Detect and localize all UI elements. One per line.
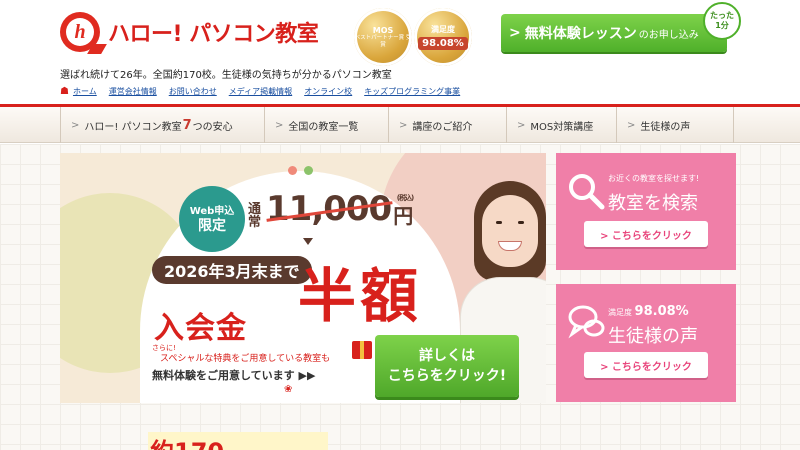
voice-panel-title: 生徒様の声 <box>608 326 698 347</box>
logo-mark-icon: h <box>60 12 100 52</box>
utility-nav: ☗ ホーム 運営会社情報 お問い合わせ メディア掲載情報 オンライン校 キッズプ… <box>60 86 472 97</box>
tagline: 選ばれ続けて26年。全国約170校。生徒様の気持ちが分かるパソコン教室 <box>60 70 392 81</box>
bottom-heading: 約170 <box>150 432 224 450</box>
chevron-right-icon: > <box>399 119 408 131</box>
home-icon[interactable]: ☗ <box>60 86 69 97</box>
nav-seven-prefix: ハロー! パソコン教室 <box>84 121 182 133</box>
details-line2: こちらをクリック! <box>387 368 507 384</box>
chevron-right-icon: > <box>627 119 636 131</box>
nav-label: MOS対策講座 <box>530 121 594 133</box>
details-line1: 詳しくは <box>419 348 475 364</box>
main-nav: > ハロー! パソコン教室 7 つの安心 > 全国の教室一覧 > 講座のご紹介 … <box>0 107 800 143</box>
half-price-text: 半額 <box>298 262 423 330</box>
badge-mos-title: MOS <box>372 25 394 35</box>
mos-award-badge: MOS ベストパートナー賞 受賞 <box>354 8 412 66</box>
subnav-media[interactable]: メディア掲載情報 <box>229 86 292 97</box>
web-only-badge: Web申込 限定 <box>179 186 245 252</box>
trial-text: 無料体験をご用意しています ▶▶ <box>152 369 316 382</box>
chevron-right-icon: > <box>71 119 80 131</box>
regular-label: 通常 <box>248 202 262 230</box>
satisfaction-badge: 満足度 98.08% <box>414 8 472 66</box>
campaign-banner[interactable]: Web申込 限定 通常 11,000 (税込) 円 2026年3月末まで 半額 … <box>60 153 546 403</box>
subnav-kids[interactable]: キッズプログラミング事業 <box>364 86 460 97</box>
web-line1: Web申込 <box>189 206 235 217</box>
bubble-line2: 1分 <box>715 21 729 30</box>
entry-fee-text: 入会金 <box>154 311 247 346</box>
yen-label: 円 <box>393 204 414 228</box>
decor-dot <box>288 166 297 175</box>
chevron-right-icon: > <box>275 119 284 131</box>
nav-seven-number: 7 <box>182 117 192 133</box>
nav-mos[interactable]: > MOS対策講座 <box>506 107 616 143</box>
nav-testimonials[interactable]: > 生徒様の声 <box>616 107 734 143</box>
subnav-online[interactable]: オンライン校 <box>304 86 352 97</box>
search-panel-caption: お近くの教室を探せます! <box>608 174 700 183</box>
badge-sat-value: 98.08% <box>418 37 468 50</box>
site-logo[interactable]: h ハロー! パソコン教室 <box>60 12 319 52</box>
nav-classroom-list[interactable]: > 全国の教室一覧 <box>264 107 388 143</box>
one-minute-bubble: たった 1分 <box>703 2 741 40</box>
classroom-search-panel[interactable]: お近くの教室を探せます! 教室を検索 > こちらをクリック <box>556 153 736 270</box>
search-click-button[interactable]: > こちらをクリック <box>584 221 708 247</box>
voice-panel-caption: 満足度 98.08% <box>608 304 689 319</box>
search-panel-title: 教室を検索 <box>608 193 698 214</box>
voice-click-button[interactable]: > こちらをクリック <box>584 352 708 378</box>
cta-sub-label: のお申し込み <box>638 29 699 41</box>
chevron-right-icon: > <box>517 119 526 131</box>
arrow-down-icon <box>303 238 313 245</box>
decor-dot <box>304 166 313 175</box>
nav-label: 全国の教室一覧 <box>288 121 359 133</box>
regular-price-value: 11,000 <box>266 189 392 229</box>
nav-seven-suffix: つの安心 <box>192 121 233 133</box>
regular-price: 11,000 (税込) <box>266 189 414 229</box>
badge-sat-title: 満足度 <box>431 25 455 34</box>
nav-label: 生徒様の声 <box>640 121 691 133</box>
details-button[interactable]: 詳しくは こちらをクリック! <box>375 335 519 397</box>
speech-bubbles-icon <box>568 305 605 339</box>
gift-icon <box>352 341 372 359</box>
subnav-contact[interactable]: お問い合わせ <box>169 86 217 97</box>
cta-main-label: 無料体験レッスン <box>524 26 637 42</box>
tax-note: (税込) <box>396 194 414 202</box>
web-line2: 限定 <box>198 218 226 234</box>
voice-caption-value: 98.08% <box>634 304 689 319</box>
bubble-line1: たった <box>710 11 734 20</box>
nav-label: 講座のご紹介 <box>412 121 473 133</box>
note-special: スペシャルな特典をご用意している教室も <box>160 354 331 364</box>
site-header: h ハロー! パソコン教室 選ばれ続けて26年。全国約170校。生徒様の気持ちが… <box>0 0 800 82</box>
badge-mos-sub: ベストパートナー賞 受賞 <box>354 34 412 48</box>
testimonials-panel[interactable]: 満足度 98.08% 生徒様の声 > こちらをクリック <box>556 284 736 402</box>
voice-caption-prefix: 満足度 <box>608 308 632 317</box>
free-trial-button[interactable]: > 無料体験レッスン のお申し込み <box>501 14 727 52</box>
ribbon-icon: ❀ <box>284 384 293 395</box>
subnav-company[interactable]: 運営会社情報 <box>109 86 157 97</box>
nav-courses[interactable]: > 講座のご紹介 <box>388 107 506 143</box>
search-icon <box>569 174 605 210</box>
regular-price-block: 通常 11,000 (税込) 円 <box>248 189 414 230</box>
logo-text: ハロー! パソコン教室 <box>108 22 319 47</box>
deadline-pill: 2026年3月末まで <box>152 256 312 284</box>
nav-seven-reliefs[interactable]: > ハロー! パソコン教室 7 つの安心 <box>60 107 264 143</box>
subnav-home[interactable]: ホーム <box>73 86 97 97</box>
chevron-right-icon: > <box>509 25 521 41</box>
